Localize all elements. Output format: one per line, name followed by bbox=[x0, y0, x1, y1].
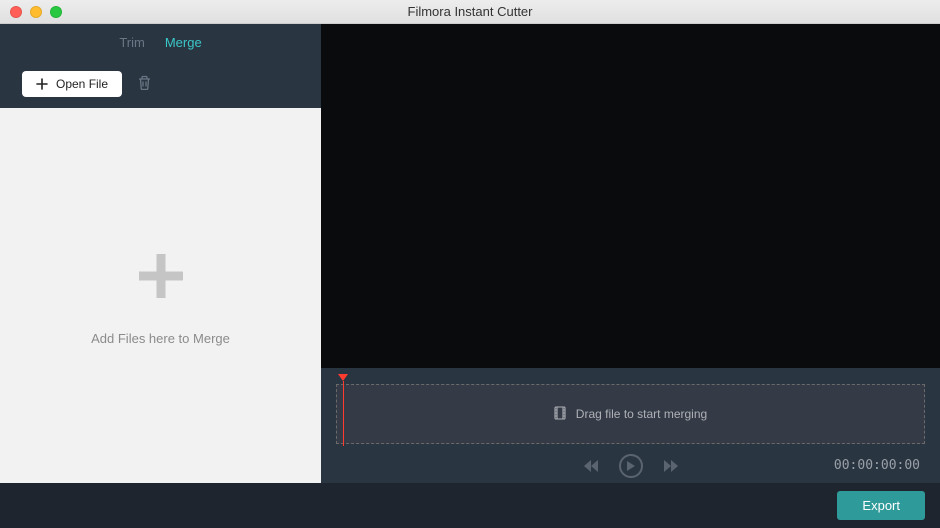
open-file-button[interactable]: Open File bbox=[22, 71, 122, 97]
maximize-window-button[interactable] bbox=[50, 6, 62, 18]
timeline-area: Drag file to start merging bbox=[321, 368, 940, 448]
open-row: Open File bbox=[0, 60, 321, 108]
main: Drag file to start merging 00:00:00:00 bbox=[321, 24, 940, 483]
app-body: Trim Merge Open File Add Files here to M bbox=[0, 24, 940, 483]
footer: Export bbox=[0, 483, 940, 528]
tab-merge[interactable]: Merge bbox=[165, 35, 202, 50]
window-title: Filmora Instant Cutter bbox=[0, 4, 940, 19]
timeline-placeholder: Drag file to start merging bbox=[576, 407, 707, 421]
playhead-line bbox=[343, 381, 344, 446]
playback-controls: 00:00:00:00 bbox=[321, 448, 940, 483]
plus-icon bbox=[36, 78, 48, 90]
play-button[interactable] bbox=[619, 454, 643, 478]
film-icon bbox=[554, 406, 566, 423]
sidebar: Trim Merge Open File Add Files here to M bbox=[0, 24, 321, 483]
prev-button[interactable] bbox=[583, 459, 599, 473]
tabs-row: Trim Merge bbox=[0, 24, 321, 60]
timeline-track[interactable]: Drag file to start merging bbox=[336, 384, 925, 444]
open-file-label: Open File bbox=[56, 77, 108, 91]
drop-area[interactable]: Add Files here to Merge bbox=[0, 108, 321, 483]
export-button[interactable]: Export bbox=[837, 491, 925, 520]
video-preview bbox=[321, 24, 940, 368]
drop-area-label: Add Files here to Merge bbox=[91, 331, 230, 346]
title-bar: Filmora Instant Cutter bbox=[0, 0, 940, 24]
trash-icon[interactable] bbox=[137, 75, 152, 94]
add-files-plus-icon bbox=[131, 246, 191, 309]
next-button[interactable] bbox=[663, 459, 679, 473]
close-window-button[interactable] bbox=[10, 6, 22, 18]
traffic-lights bbox=[0, 6, 62, 18]
playhead-handle-icon bbox=[338, 374, 348, 381]
minimize-window-button[interactable] bbox=[30, 6, 42, 18]
timecode: 00:00:00:00 bbox=[834, 458, 920, 473]
playhead[interactable] bbox=[338, 374, 348, 446]
tab-trim[interactable]: Trim bbox=[119, 35, 145, 50]
